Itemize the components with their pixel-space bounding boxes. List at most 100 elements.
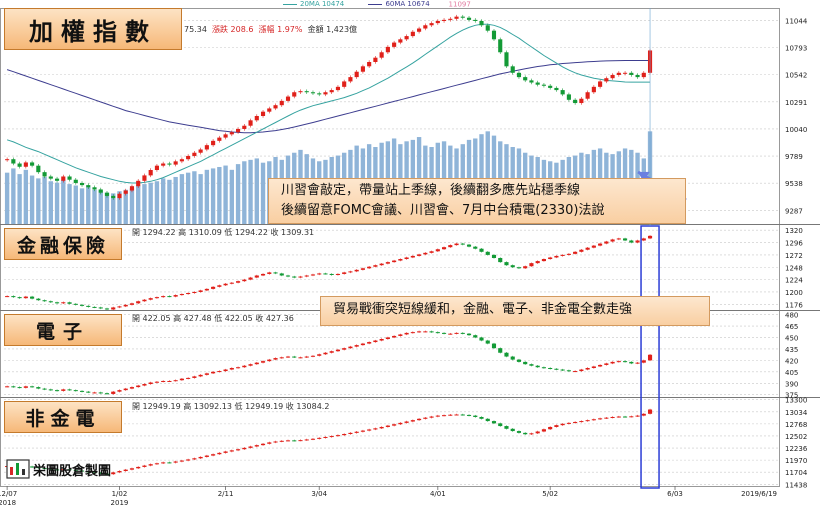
candle-body [323, 92, 328, 95]
candle-body [223, 369, 228, 372]
candle-body [61, 302, 66, 304]
candle-body [373, 57, 378, 62]
candle-body [417, 418, 422, 421]
candle-body [329, 273, 334, 275]
candle-body [541, 429, 546, 432]
candle-body [379, 339, 384, 341]
candle-body [410, 255, 415, 258]
candle-body [448, 333, 453, 335]
candle-body [267, 359, 272, 362]
candle-body [354, 71, 359, 78]
x-tick-label: 1/02 [112, 490, 128, 498]
candle-body [623, 416, 628, 418]
candle-body [604, 241, 609, 244]
candle-body [604, 78, 609, 82]
candle-body [117, 193, 122, 199]
candle-body [423, 331, 428, 333]
candle-body [129, 468, 135, 470]
candle-body [398, 334, 403, 336]
volume-bar [79, 188, 85, 224]
candle-body [154, 463, 159, 465]
volume-bar [248, 159, 253, 224]
candle-body [335, 273, 341, 275]
y-tick-label: 1200 [785, 289, 803, 297]
candle-body [304, 356, 309, 358]
candle-body [616, 238, 621, 240]
candle-body [86, 185, 91, 188]
candle-body [504, 352, 509, 357]
candle-body [373, 428, 378, 430]
candle-body [279, 357, 284, 359]
candle-body [279, 273, 284, 276]
candle-body [267, 272, 272, 274]
candle-body [360, 343, 365, 346]
volume-bar [73, 185, 78, 224]
volume-bar [242, 161, 247, 224]
y-tick-label: 1176 [785, 301, 803, 309]
candle-body [48, 301, 53, 303]
x-tick-label: 5/02 [542, 490, 558, 498]
candle-body [173, 161, 178, 165]
volume-bar [217, 166, 222, 224]
y-tick-label: 465 [785, 323, 798, 331]
candle-body [529, 263, 534, 267]
ma60-line [6, 60, 650, 134]
candle-body [142, 299, 147, 302]
candle-body [254, 116, 259, 121]
candle-body [179, 159, 184, 162]
candle-body [460, 243, 465, 245]
candle-body [111, 391, 116, 394]
candle-body [504, 426, 509, 429]
candle-body [410, 31, 415, 37]
candle-body [142, 465, 147, 467]
candle-body [379, 426, 384, 429]
candle-body [591, 245, 596, 248]
candle-body [392, 424, 397, 426]
candle-body [629, 240, 634, 243]
candle-body [635, 74, 640, 78]
candle-body [98, 392, 103, 394]
candle-body [335, 86, 341, 91]
candle-body [348, 432, 353, 435]
candle-body [148, 170, 153, 176]
volume-bar [136, 185, 141, 224]
candle-body [335, 349, 341, 352]
candle-body [342, 81, 347, 87]
candle-body [192, 291, 197, 294]
chart-canvas: 11044 10793 10542 10291 10040 9789 9538 9287 110… [0, 1, 820, 507]
candle-body [629, 72, 634, 75]
candle-body [92, 187, 97, 190]
x-tick-label: 12/07 [0, 490, 17, 498]
candle-body [585, 368, 590, 370]
candle-body [198, 149, 203, 153]
candle-body [560, 423, 565, 426]
candle-body [148, 382, 153, 385]
candle-body [573, 371, 578, 373]
candle-body [11, 159, 16, 164]
watermark-logo: 栄圖股倉製圖 [6, 458, 111, 480]
candle-body [254, 362, 259, 365]
candle-body [573, 251, 578, 254]
candle-body [161, 296, 166, 298]
volume-bar [235, 164, 241, 224]
candle-body [23, 296, 28, 299]
candle-body [523, 361, 528, 365]
candle-body [42, 300, 47, 302]
candle-body [385, 262, 390, 264]
candle-body [354, 431, 359, 433]
candle-body [329, 90, 334, 93]
candle-body [604, 363, 609, 365]
volume-bar [98, 190, 103, 224]
candle-body [298, 440, 303, 442]
candle-body [223, 451, 228, 453]
y-tick-label: 405 [785, 369, 798, 377]
y-tick-label: 12236 [785, 445, 808, 453]
candle-body [398, 422, 403, 425]
candle-body [473, 19, 478, 21]
candle-body [23, 386, 28, 388]
volume-bar [167, 179, 172, 224]
panel-title-electronics: 電子 [4, 314, 122, 346]
candle-body [635, 362, 640, 364]
candle-body [435, 20, 440, 24]
y-tick-label: 12502 [785, 433, 807, 441]
